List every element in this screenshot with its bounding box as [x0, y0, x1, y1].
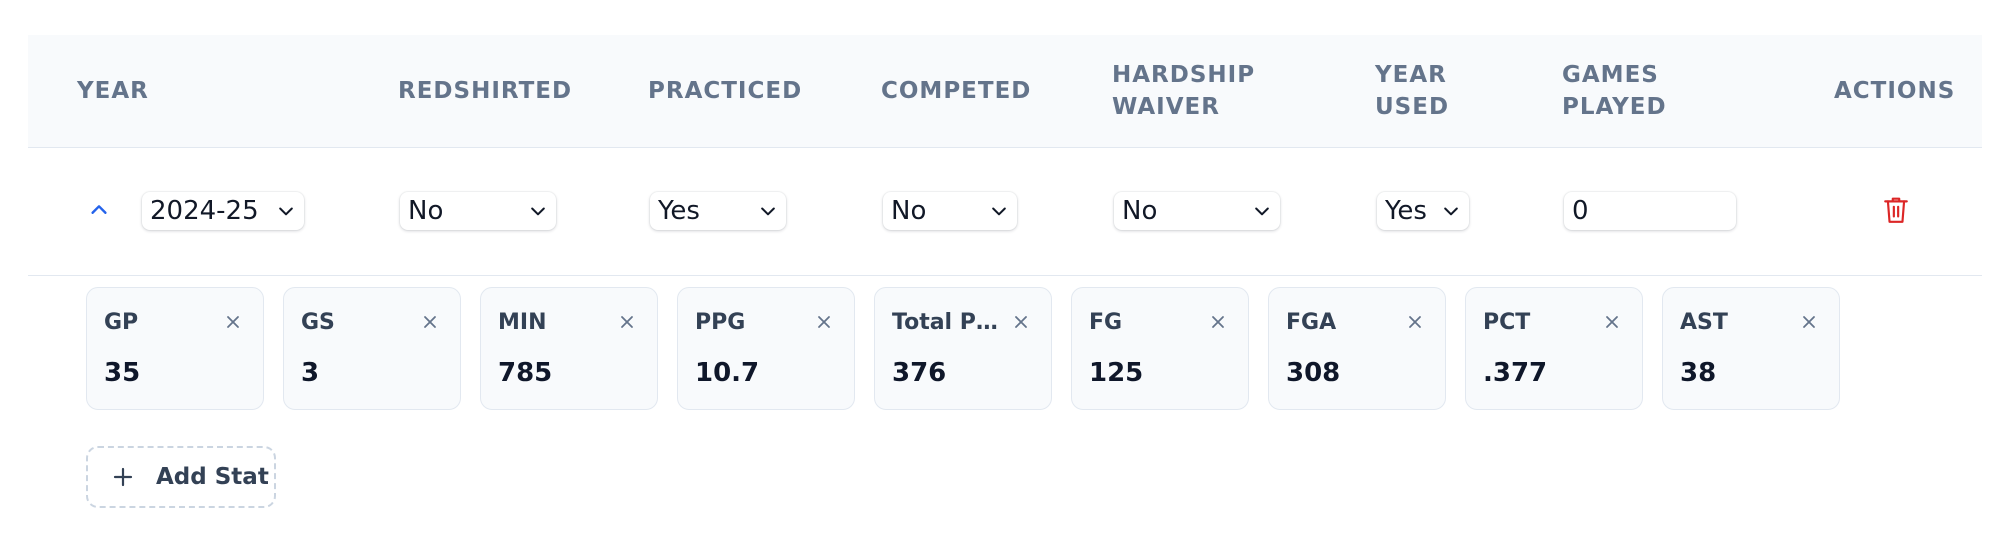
chevron-down-icon: [531, 207, 545, 216]
chevron-down-icon: [992, 207, 1006, 216]
close-icon[interactable]: [1407, 314, 1423, 330]
stat-card-pct: PCT .377: [1465, 287, 1643, 410]
stat-card-ast: AST 38: [1662, 287, 1840, 410]
close-icon[interactable]: [816, 314, 832, 330]
close-icon[interactable]: [422, 314, 438, 330]
chevron-down-icon: [1255, 207, 1269, 216]
stat-card-ppg: PPG 10.7: [677, 287, 855, 410]
redshirted-select[interactable]: No: [400, 192, 556, 230]
hardship-waiver-select[interactable]: No: [1114, 192, 1280, 230]
year-select[interactable]: 2024-25: [142, 192, 304, 230]
header-games-played: GAMES PLAYED: [1562, 62, 1667, 120]
close-icon[interactable]: [1013, 314, 1029, 330]
chevron-down-icon: [1444, 207, 1458, 216]
close-icon[interactable]: [225, 314, 241, 330]
stat-card-fg: FG 125: [1071, 287, 1249, 410]
close-icon[interactable]: [1801, 314, 1817, 330]
stat-card-min: MIN 785: [480, 287, 658, 410]
header-year: YEAR: [77, 78, 149, 104]
close-icon[interactable]: [1210, 314, 1226, 330]
games-played-input[interactable]: [1564, 192, 1736, 230]
add-stat-button[interactable]: Add Stat: [86, 446, 276, 508]
chevron-up-icon[interactable]: [88, 199, 110, 221]
competed-select[interactable]: No: [883, 192, 1017, 230]
year-used-select[interactable]: Yes: [1377, 192, 1469, 230]
close-icon[interactable]: [619, 314, 635, 330]
plus-icon: [113, 467, 133, 487]
close-icon[interactable]: [1604, 314, 1620, 330]
stat-card-gp: GP 35: [86, 287, 264, 410]
stat-card-fga: FGA 308: [1268, 287, 1446, 410]
chevron-down-icon: [761, 207, 775, 216]
stat-card-gs: GS 3: [283, 287, 461, 410]
header-redshirted: REDSHIRTED: [398, 78, 573, 104]
header-actions: ACTIONS: [1834, 78, 1956, 104]
practiced-select[interactable]: Yes: [650, 192, 786, 230]
table-row: 2024-25 No Yes No No Yes: [28, 147, 1982, 276]
table-header: YEAR REDSHIRTED PRACTICED COMPETED HARDS…: [28, 35, 1982, 148]
header-competed: COMPETED: [881, 78, 1032, 104]
header-year-used: YEAR USED: [1375, 62, 1450, 120]
trash-icon[interactable]: [1883, 196, 1909, 224]
chevron-down-icon: [279, 207, 293, 216]
stat-card-total-points: Total Points 376: [874, 287, 1052, 410]
header-hardship-waiver: HARDSHIP WAIVER: [1112, 62, 1256, 120]
header-practiced: PRACTICED: [648, 78, 803, 104]
